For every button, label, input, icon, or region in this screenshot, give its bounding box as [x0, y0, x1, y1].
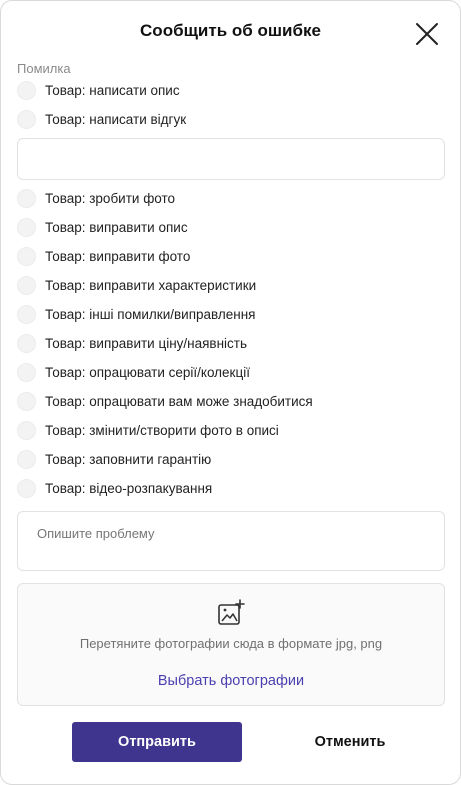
submit-button[interactable]: Отправить	[72, 722, 242, 762]
radio-option-label: Товар: змінити/створити фото в описі	[45, 422, 279, 438]
radio-circle[interactable]	[17, 391, 36, 411]
close-button[interactable]	[414, 21, 440, 47]
radio-option-label: Товар: відео-розпакування	[45, 480, 213, 496]
radio-option-label: Товар: написати відгук	[45, 111, 187, 127]
radio-option-label: Товар: виправити характеристики	[45, 277, 257, 293]
radio-option[interactable]: Товар: заповнити гарантію	[17, 449, 211, 469]
radio-circle[interactable]	[17, 246, 36, 266]
radio-circle[interactable]	[17, 275, 36, 295]
radio-option-label: Товар: написати опис	[45, 82, 180, 98]
radio-circle[interactable]	[17, 109, 36, 129]
radio-option[interactable]: Товар: написати опис	[17, 80, 180, 100]
extra-text-input[interactable]	[17, 138, 445, 180]
radio-option[interactable]: Товар: виправити фото	[17, 246, 190, 266]
radio-circle[interactable]	[17, 217, 36, 237]
report-error-dialog: Сообщить об ошибке Помилка Товар: написа…	[0, 0, 461, 785]
dialog-title: Сообщить об ошибке	[140, 21, 321, 40]
radio-option-label: Товар: опрацювати вам може знадобитися	[45, 393, 313, 409]
radio-circle[interactable]	[17, 362, 36, 382]
radio-option-label: Товар: інші помилки/виправлення	[45, 306, 256, 322]
close-icon	[416, 23, 438, 45]
radio-option-label: Товар: виправити ціну/наявність	[45, 335, 248, 351]
add-image-icon	[218, 599, 245, 625]
radio-option-label: Товар: виправити опис	[45, 219, 188, 235]
radio-option[interactable]: Товар: зробити фото	[17, 188, 175, 208]
radio-option[interactable]: Товар: змінити/створити фото в описі	[17, 420, 279, 440]
photo-dropzone[interactable]: Перетяните фотографии сюда в формате jpg…	[17, 583, 445, 706]
radio-circle[interactable]	[17, 80, 36, 100]
error-group-label: Помилка	[17, 61, 71, 76]
radio-circle[interactable]	[17, 333, 36, 353]
choose-photos-link[interactable]: Выбрать фотографии	[18, 673, 444, 689]
radio-circle[interactable]	[17, 420, 36, 440]
radio-option-label: Товар: зробити фото	[45, 190, 176, 206]
dropzone-hint: Перетяните фотографии сюда в формате jpg…	[79, 636, 383, 651]
radio-circle[interactable]	[17, 304, 36, 324]
radio-circle[interactable]	[17, 188, 36, 208]
radio-option[interactable]: Товар: написати відгук	[17, 109, 186, 129]
problem-description-field[interactable]	[17, 511, 445, 571]
cancel-button[interactable]: Отменить	[280, 722, 420, 762]
radio-option[interactable]: Товар: опрацювати серії/колекції	[17, 362, 250, 382]
radio-option[interactable]: Товар: опрацювати вам може знадобитися	[17, 391, 313, 411]
radio-option[interactable]: Товар: виправити опис	[17, 217, 188, 237]
radio-option[interactable]: Товар: виправити ціну/наявність	[17, 333, 247, 353]
radio-option-label: Товар: заповнити гарантію	[45, 451, 212, 467]
radio-option[interactable]: Товар: інші помилки/виправлення	[17, 304, 256, 324]
radio-option-label: Товар: опрацювати серії/колекції	[45, 364, 250, 380]
radio-option[interactable]: Товар: виправити характеристики	[17, 275, 256, 295]
radio-circle[interactable]	[17, 478, 36, 498]
radio-option[interactable]: Товар: відео-розпакування	[17, 478, 212, 498]
radio-option-label: Товар: виправити фото	[45, 248, 191, 264]
radio-circle[interactable]	[17, 449, 36, 469]
